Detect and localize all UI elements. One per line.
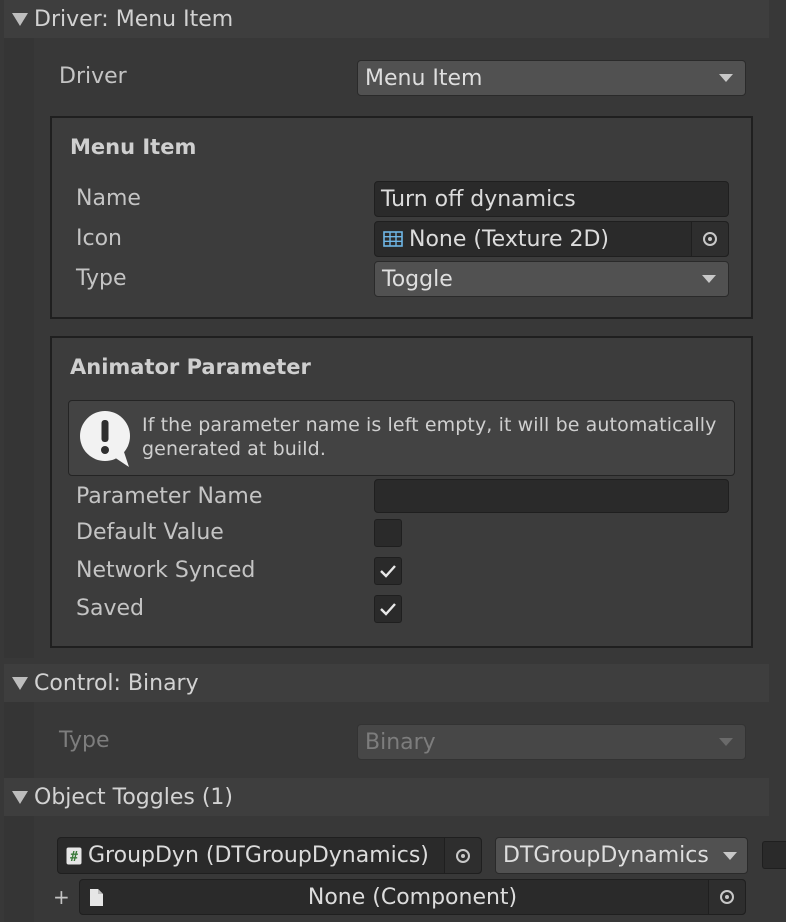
type-dropdown[interactable]: Toggle [374, 261, 729, 297]
object-picker-button[interactable] [691, 222, 728, 256]
help-box: If the parameter name is left empty, it … [68, 400, 735, 476]
toggle-enabled-checkbox[interactable] [762, 841, 786, 869]
target-icon [720, 890, 734, 904]
icon-object-field[interactable]: None (Texture 2D) [374, 221, 729, 257]
name-label: Name [76, 186, 141, 211]
document-icon [90, 889, 103, 906]
toggle-component-value: DTGroupDynamics [503, 843, 709, 868]
chevron-down-icon [702, 275, 716, 283]
toggle-component-dropdown[interactable]: DTGroupDynamics [495, 837, 748, 874]
checkmark-icon [380, 603, 396, 616]
chevron-down-icon [719, 74, 733, 82]
name-input-value: Turn off dynamics [381, 186, 576, 212]
warning-info-icon [80, 411, 130, 467]
new-toggle-object-field[interactable]: None (Component) [79, 879, 746, 915]
control-foldout-header[interactable]: Control: Binary [4, 664, 769, 702]
animator-parameter-box-title: Animator Parameter [70, 355, 311, 379]
target-icon [703, 232, 717, 246]
network-synced-label: Network Synced [76, 558, 256, 583]
target-icon [456, 848, 470, 863]
foldout-arrow-icon[interactable] [12, 12, 28, 26]
control-type-label: Type [59, 728, 110, 753]
indent-strip [4, 38, 34, 658]
control-type-dropdown: Binary [357, 724, 746, 760]
script-icon: # [66, 847, 82, 865]
toggle-object-field[interactable]: # GroupDyn (DTGroupDynamics) [57, 837, 482, 874]
object-toggles-foldout-header[interactable]: Object Toggles (1) [4, 778, 769, 816]
name-input[interactable]: Turn off dynamics [374, 181, 729, 217]
default-value-checkbox[interactable] [374, 519, 402, 547]
saved-label: Saved [76, 596, 144, 621]
help-text: If the parameter name is left empty, it … [142, 413, 717, 461]
type-label: Type [76, 266, 127, 291]
saved-checkbox[interactable] [374, 595, 402, 623]
indent-strip [4, 702, 34, 778]
driver-dropdown-value: Menu Item [365, 65, 483, 91]
icon-label: Icon [76, 226, 122, 251]
type-dropdown-value: Toggle [382, 266, 453, 292]
network-synced-checkbox[interactable] [374, 557, 402, 585]
control-foldout-label: Control: Binary [34, 670, 199, 696]
foldout-arrow-icon[interactable] [12, 790, 28, 804]
add-toggle-button[interactable]: + [53, 885, 70, 909]
chevron-down-icon [719, 738, 733, 746]
menu-item-box-title: Menu Item [70, 135, 197, 159]
driver-dropdown[interactable]: Menu Item [357, 60, 746, 96]
object-picker-button[interactable] [444, 838, 481, 873]
control-type-value: Binary [365, 729, 436, 755]
indent-strip [4, 816, 34, 922]
driver-label: Driver [59, 64, 127, 89]
help-text-line-1: If the parameter name is left empty, it … [142, 414, 717, 436]
foldout-arrow-icon[interactable] [12, 676, 28, 690]
driver-foldout-label: Driver: Menu Item [34, 6, 234, 32]
chevron-down-icon [723, 851, 737, 860]
texture-icon [383, 231, 403, 247]
parameter-name-input[interactable] [374, 479, 729, 513]
object-picker-button[interactable] [708, 880, 745, 914]
help-text-line-2: generated at build. [142, 438, 326, 460]
new-toggle-object-value: None (Component) [307, 884, 518, 910]
driver-foldout-header[interactable]: Driver: Menu Item [4, 0, 769, 38]
parameter-name-label: Parameter Name [76, 484, 263, 509]
toggle-object-value: GroupDyn (DTGroupDynamics) [88, 843, 429, 868]
icon-object-value: None (Texture 2D) [409, 226, 610, 252]
default-value-label: Default Value [76, 520, 224, 545]
object-toggles-foldout-label: Object Toggles (1) [34, 784, 233, 810]
svg-text:#: # [70, 850, 78, 865]
checkmark-icon [380, 565, 396, 578]
